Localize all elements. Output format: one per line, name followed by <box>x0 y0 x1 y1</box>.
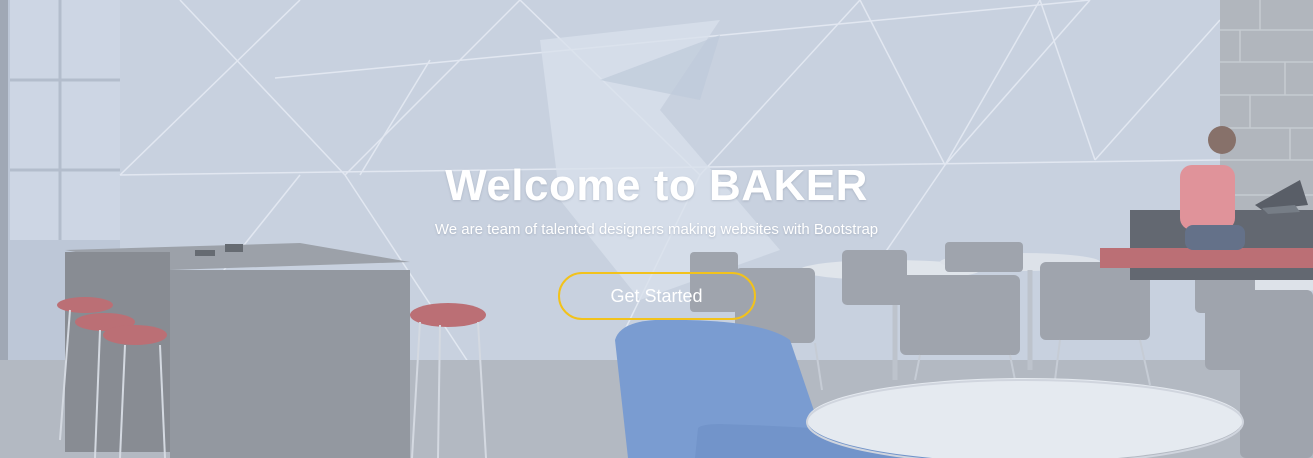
hero-title: Welcome to BAKER <box>445 161 868 210</box>
hero-section: Welcome to BAKER We are team of talented… <box>0 0 1313 458</box>
get-started-button[interactable]: Get Started <box>557 272 756 320</box>
hero-subtitle: We are team of talented designers making… <box>434 221 879 238</box>
hero-content: Welcome to BAKER We are team of talented… <box>0 160 1313 320</box>
